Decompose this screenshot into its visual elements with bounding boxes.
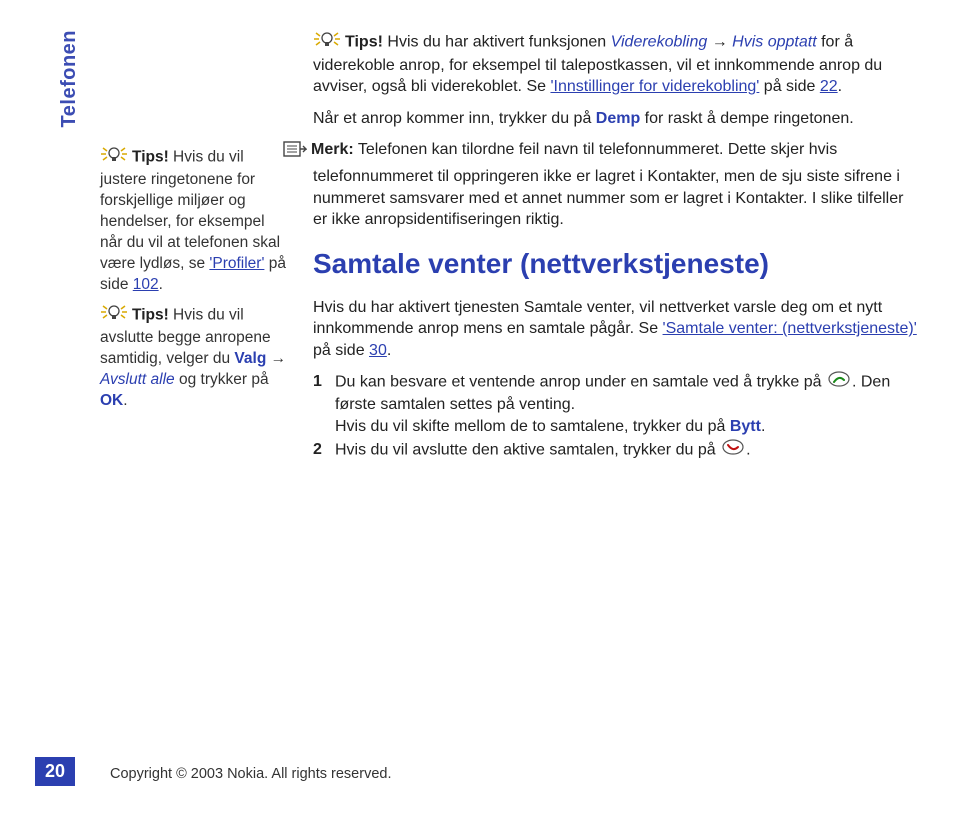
body-text: . <box>761 418 765 435</box>
note-icon <box>283 139 307 166</box>
body-text: . <box>746 442 750 459</box>
paragraph-demp: Når et anrop kommer inn, trykker du på D… <box>313 108 918 130</box>
page-link[interactable]: 102 <box>133 276 159 293</box>
list-item-1: 1 Du kan besvare et ventende anrop under… <box>313 371 918 437</box>
sidebar-tip-2: Tips! Hvis du vil avslutte begge anropen… <box>100 303 290 412</box>
list-number: 1 <box>313 371 335 437</box>
lightbulb-icon <box>100 145 128 170</box>
profiler-link[interactable]: 'Profiler' <box>209 255 264 272</box>
tip-text: . <box>838 78 842 95</box>
tip-label: Tips! <box>345 34 383 51</box>
arrow-icon: → <box>266 350 286 367</box>
body-text: for raskt å dempe ringetonen. <box>640 110 853 127</box>
samtale-venter-link[interactable]: 'Samtale venter: (nettverkstjeneste)' <box>663 320 917 337</box>
call-answer-icon <box>828 371 850 394</box>
page-link[interactable]: 22 <box>820 78 838 95</box>
tip-text: . <box>159 276 163 293</box>
section-tab: Telefonen <box>58 0 81 30</box>
body-text: Hvis du vil skifte mellom de to samtalen… <box>335 418 730 435</box>
ui-term: Hvis opptatt <box>732 34 816 51</box>
ui-term: Valg <box>234 350 266 367</box>
body-text: Hvis du vil avslutte den aktive samtalen… <box>335 442 720 459</box>
tip-text: på side <box>759 78 819 95</box>
main-content: Tips! Hvis du har aktivert funksjonen Vi… <box>313 30 918 464</box>
section-tab-label: Telefonen <box>58 30 81 127</box>
list-item-2: 2 Hvis du vil avslutte den aktive samtal… <box>313 439 918 462</box>
heading-samtale-venter: Samtale venter (nettverkstjeneste) <box>313 245 918 283</box>
page-number-badge: 20 <box>35 757 75 786</box>
call-end-icon <box>722 439 744 462</box>
copyright-footer: Copyright © 2003 Nokia. All rights reser… <box>110 766 391 782</box>
tip-text: og trykker på <box>175 371 269 388</box>
body-text: . <box>387 342 391 359</box>
paragraph-samtale: Hvis du har aktivert tjenesten Samtale v… <box>313 297 918 362</box>
lightbulb-icon <box>313 30 341 55</box>
sidebar: Tips! Hvis du vil justere ringetonene fo… <box>100 145 290 420</box>
main-tip: Tips! Hvis du har aktivert funksjonen Vi… <box>313 30 918 98</box>
list-number: 2 <box>313 439 335 462</box>
tip-text: Hvis du har aktivert funksjonen <box>383 34 611 51</box>
note-text: Telefonen kan tilordne feil navn til tel… <box>313 141 903 228</box>
lightbulb-icon <box>100 303 128 328</box>
note-label: Merk: <box>311 141 354 158</box>
tip-label: Tips! <box>132 307 169 324</box>
page-link[interactable]: 30 <box>369 342 387 359</box>
ui-term: Demp <box>596 110 640 127</box>
ui-term: OK <box>100 392 123 409</box>
list-body: Du kan besvare et ventende anrop under e… <box>335 371 918 437</box>
tip-label: Tips! <box>132 149 169 166</box>
arrow-icon: → <box>707 34 732 51</box>
body-text: Når et anrop kommer inn, trykker du på <box>313 110 596 127</box>
note-paragraph: Merk: Telefonen kan tilordne feil navn t… <box>313 139 918 230</box>
viderekobling-link[interactable]: 'Innstillinger for viderekobling' <box>550 78 759 95</box>
body-text: på side <box>313 342 369 359</box>
sidebar-tip-1: Tips! Hvis du vil justere ringetonene fo… <box>100 145 290 295</box>
list-body: Hvis du vil avslutte den aktive samtalen… <box>335 439 918 462</box>
tip-text: . <box>123 392 127 409</box>
ui-term: Viderekobling <box>611 34 708 51</box>
body-text: Du kan besvare et ventende anrop under e… <box>335 374 826 391</box>
ui-term: Bytt <box>730 418 761 435</box>
ui-term: Avslutt alle <box>100 371 175 388</box>
